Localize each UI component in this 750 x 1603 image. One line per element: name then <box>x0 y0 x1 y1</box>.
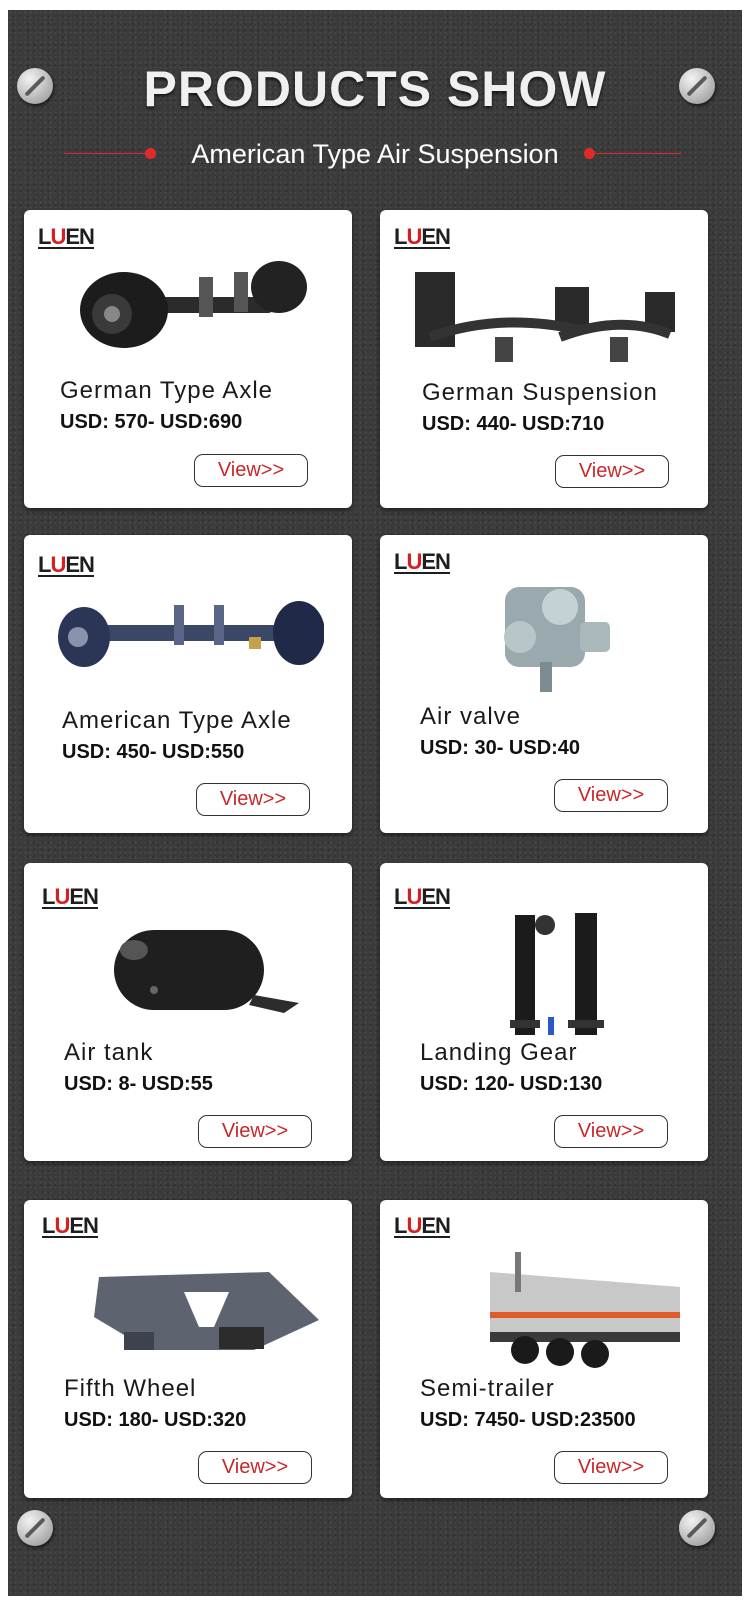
product-price: USD: 30- USD:40 <box>420 737 581 759</box>
product-price: USD: 8- USD:55 <box>64 1073 213 1095</box>
product-name: Air valve <box>420 703 522 730</box>
product-name: Landing Gear <box>420 1039 578 1066</box>
product-price: USD: 7450- USD:23500 <box>420 1409 636 1431</box>
view-button[interactable]: View>> <box>554 1115 668 1148</box>
product-name: American Type Axle <box>62 707 292 734</box>
product-price: USD: 570- USD:690 <box>60 411 243 433</box>
view-button[interactable]: View>> <box>555 455 669 488</box>
landing-gear-icon <box>510 913 604 1035</box>
product-price: USD: 180- USD:320 <box>64 1409 247 1431</box>
air-tank-icon <box>114 930 299 1013</box>
product-card-german-suspension[interactable]: LUEN German Suspension USD: 440- USD:710… <box>380 210 708 508</box>
product-card-air-valve[interactable]: LUEN Air valve USD: 30- USD:40 View>> <box>380 535 708 833</box>
product-name: Semi-trailer <box>420 1375 555 1402</box>
products-board: PRODUCTS SHOW American Type Air Suspensi… <box>8 10 742 1596</box>
semi-trailer-icon <box>490 1252 680 1368</box>
page-title: PRODUCTS SHOW <box>143 61 607 117</box>
fifth-wheel-icon <box>94 1272 319 1350</box>
view-button[interactable]: View>> <box>194 454 308 487</box>
divider-line-right <box>596 153 681 154</box>
product-card-german-axle[interactable]: LUEN German Type Axle USD: 570- USD:690 … <box>24 210 352 508</box>
view-button[interactable]: View>> <box>196 783 310 816</box>
product-name: German Type Axle <box>60 377 273 404</box>
product-name: German Suspension <box>422 379 658 406</box>
product-card-fifth-wheel[interactable]: LUEN Fifth Wheel USD: 180- USD:320 View>… <box>24 1200 352 1498</box>
subtitle-row: American Type Air Suspension <box>58 136 692 172</box>
product-name: Fifth Wheel <box>64 1375 197 1402</box>
screw-icon <box>679 1510 715 1546</box>
product-card-american-axle[interactable]: LUEN American Type Axle USD: 450- USD:55… <box>24 535 352 833</box>
product-name: Air tank <box>64 1039 154 1066</box>
screw-icon <box>17 1510 53 1546</box>
product-card-landing-gear[interactable]: LUEN Landing Gear USD: 120- USD:130 View… <box>380 863 708 1161</box>
bullet-dot-right <box>584 148 595 159</box>
product-card-air-tank[interactable]: LUEN Air tank USD: 8- USD:55 View>> <box>24 863 352 1161</box>
view-button[interactable]: View>> <box>198 1451 312 1484</box>
view-button[interactable]: View>> <box>554 1451 668 1484</box>
air-valve-icon <box>504 587 610 692</box>
view-button[interactable]: View>> <box>554 779 668 812</box>
page-subtitle: American Type Air Suspension <box>191 139 559 169</box>
axle-icon <box>80 261 307 348</box>
suspension-icon <box>415 272 675 362</box>
product-price: USD: 120- USD:130 <box>420 1073 603 1095</box>
view-button[interactable]: View>> <box>198 1115 312 1148</box>
product-price: USD: 440- USD:710 <box>422 413 605 435</box>
product-price: USD: 450- USD:550 <box>62 741 245 763</box>
product-card-semi-trailer[interactable]: LUEN Semi-trailer USD: 7450- USD:23500 V… <box>380 1200 708 1498</box>
axle-american-icon <box>58 601 324 667</box>
